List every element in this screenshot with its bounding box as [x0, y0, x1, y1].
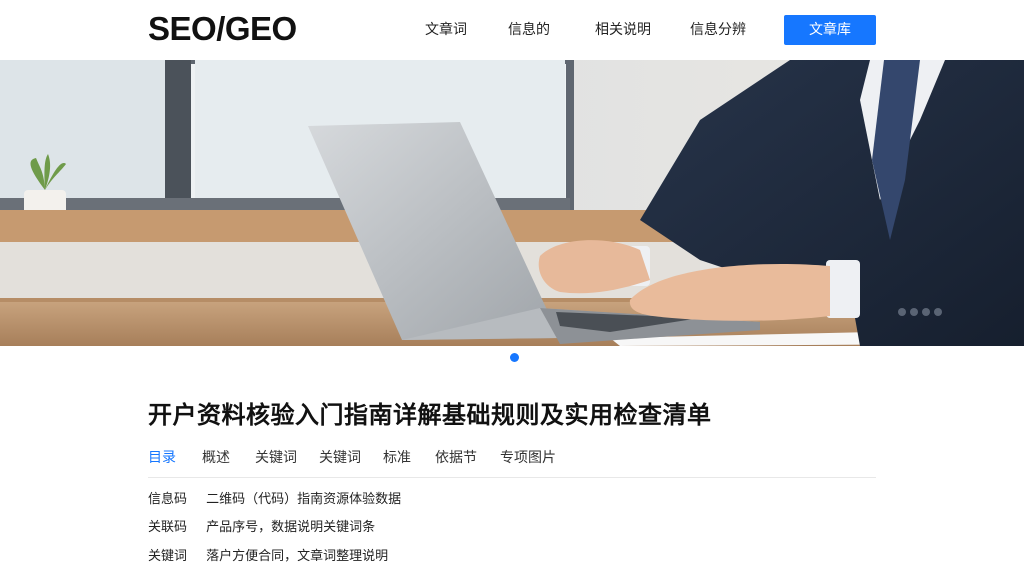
tab-2[interactable]: 概述 [202, 448, 230, 468]
tab-7[interactable]: 专项图片 [500, 448, 556, 468]
info-row-key: 关键词 [148, 549, 188, 564]
site-header: SEO/GEO 文章词 信息的 相关说明 信息分辨 文章库 [0, 0, 1024, 60]
hero-banner-image [0, 60, 1024, 346]
nav-link-4[interactable]: 信息分辨 [690, 20, 746, 40]
info-row-key: 信息码 [148, 492, 188, 507]
info-row: 关联码 产品序号，数据说明关键词条 [148, 518, 375, 538]
info-row-value: 二维码（代码）指南资源体验数据 [206, 492, 402, 507]
tab-5[interactable]: 标准 [383, 448, 411, 468]
tab-1[interactable]: 目录 [148, 448, 176, 468]
info-row-key: 关联码 [148, 520, 188, 535]
carousel-indicator-dot[interactable] [510, 353, 519, 362]
primary-nav-button[interactable]: 文章库 [784, 15, 876, 45]
info-row-value: 落户方便合同，文章词整理说明 [206, 549, 389, 564]
info-row: 关键词 落户方便合同，文章词整理说明 [148, 547, 388, 567]
site-logo[interactable]: SEO/GEO [148, 8, 297, 50]
info-row: 信息码 二维码（代码）指南资源体验数据 [148, 490, 401, 510]
info-row-value: 产品序号，数据说明关键词条 [206, 520, 376, 535]
nav-link-1[interactable]: 文章词 [425, 20, 467, 40]
business-person-typing-on-laptop [0, 60, 1024, 346]
nav-link-2[interactable]: 信息的 [508, 20, 550, 40]
content-tabs: 目录 概述 关键词 关键词 标准 依据节 专项图片 [148, 444, 876, 478]
article-title: 开户资料核验入门指南详解基础规则及实用检查清单 [148, 401, 712, 429]
tab-4[interactable]: 关键词 [319, 448, 361, 468]
nav-link-3[interactable]: 相关说明 [595, 20, 651, 40]
tab-3[interactable]: 关键词 [255, 448, 297, 468]
tab-6[interactable]: 依据节 [435, 448, 477, 468]
